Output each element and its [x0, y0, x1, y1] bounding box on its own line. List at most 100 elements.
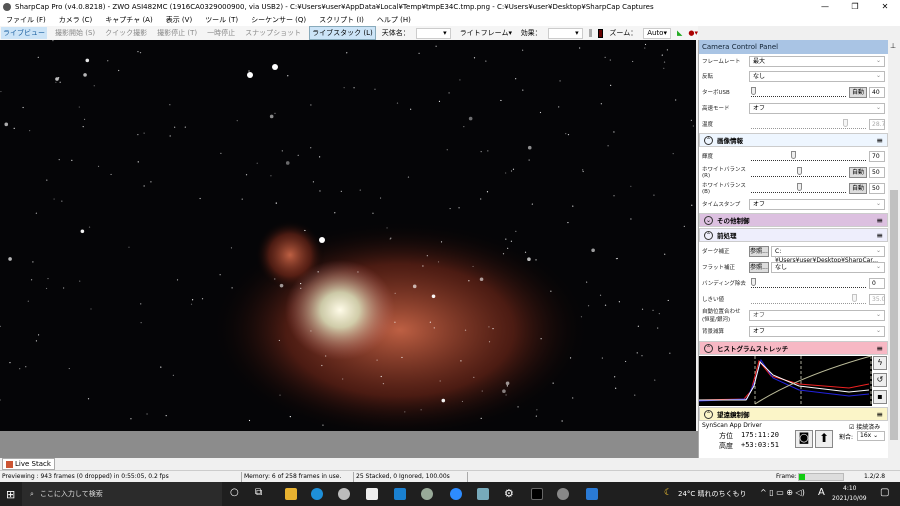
- magnifier-icon[interactable]: ●▾: [688, 29, 698, 37]
- effect-select[interactable]: ▾: [547, 27, 583, 39]
- start-capture-button[interactable]: 撮影開始 (S): [53, 27, 97, 39]
- settings-icon[interactable]: ⚙: [504, 487, 514, 500]
- maximize-button[interactable]: ❐: [840, 0, 870, 13]
- sharpcap-icon[interactable]: [557, 488, 569, 500]
- rate-select[interactable]: 16x ⌄: [857, 431, 885, 441]
- slider-knob[interactable]: [796, 167, 802, 175]
- collapse-icon[interactable]: ⌃: [704, 409, 713, 419]
- menu-icon[interactable]: ≡: [876, 231, 883, 240]
- frame-type-select[interactable]: ライトフレーム ▾: [456, 27, 515, 39]
- section-preprocessing[interactable]: ⌃ 前処理 ≡: [699, 228, 888, 242]
- timestamp-select[interactable]: オフ: [749, 198, 885, 210]
- file-explorer-icon[interactable]: [285, 488, 297, 500]
- mail-icon[interactable]: [394, 488, 406, 500]
- app-icon[interactable]: [477, 488, 489, 500]
- spiral-search-icon[interactable]: ◙: [795, 430, 813, 448]
- high-speed-select[interactable]: オフ: [749, 102, 885, 114]
- windows-start-icon[interactable]: ⊞: [6, 488, 15, 501]
- menu-scripting[interactable]: スクリプト (I): [319, 15, 364, 25]
- wb-blue-value[interactable]: 50: [869, 182, 885, 194]
- scrollbar-thumb[interactable]: [890, 190, 898, 440]
- zoom-select[interactable]: Auto ▾: [643, 27, 671, 39]
- live-stack-button[interactable]: ライブスタック (L): [309, 26, 376, 40]
- wb-blue-auto-button[interactable]: 自動: [849, 182, 867, 194]
- reset-icon[interactable]: ↺: [873, 373, 887, 387]
- flat-select[interactable]: なし: [771, 261, 885, 273]
- save-icon[interactable]: ▪: [873, 390, 887, 404]
- app-icon[interactable]: [421, 488, 433, 500]
- menu-help[interactable]: ヘルプ (H): [377, 15, 411, 25]
- pause-button[interactable]: 一時停止: [205, 27, 237, 39]
- live-stack-image[interactable]: [0, 40, 696, 431]
- weather-text[interactable]: 24°C 晴れのちくもり: [678, 489, 747, 499]
- turbo-usb-slider[interactable]: [751, 87, 846, 97]
- photos-icon[interactable]: [586, 488, 598, 500]
- menu-sequencer[interactable]: シーケンサー (Q): [251, 15, 306, 25]
- minimize-button[interactable]: —: [810, 0, 840, 13]
- section-histogram[interactable]: ⌃ ヒストグラムストレッチ ≡: [699, 341, 888, 355]
- clock-date[interactable]: 2021/10/09: [832, 495, 867, 502]
- collapse-icon[interactable]: ⌃: [704, 230, 713, 240]
- clock-time[interactable]: 4:10: [843, 485, 856, 492]
- connected-checkbox[interactable]: ☑ 接続済み: [849, 422, 880, 431]
- wb-blue-slider[interactable]: [751, 183, 846, 193]
- app-icon[interactable]: [531, 488, 543, 500]
- dark-select[interactable]: C:¥Users¥user¥Desktop¥SharpCar...: [771, 245, 885, 264]
- taskbar-search[interactable]: ⌕ ここに入力して検索: [22, 482, 222, 506]
- tab-live-stack[interactable]: Live Stack: [2, 458, 55, 470]
- brightness-slider[interactable]: [751, 151, 866, 161]
- slider-knob[interactable]: [751, 278, 756, 286]
- wb-red-value[interactable]: 50: [869, 166, 885, 178]
- menu-tools[interactable]: ツール (T): [205, 15, 238, 25]
- brightness-value[interactable]: 70: [869, 150, 885, 162]
- panel-scrollbar[interactable]: ⊥: [888, 40, 900, 458]
- banding-slider[interactable]: [751, 278, 866, 288]
- menu-icon[interactable]: ≡: [876, 136, 883, 145]
- section-other-controls[interactable]: ⌄ その他制御 ≡: [699, 213, 888, 227]
- menu-view[interactable]: 表示 (V): [166, 15, 192, 25]
- histogram-icon[interactable]: ◣: [677, 29, 682, 37]
- slider-knob[interactable]: [751, 87, 756, 95]
- tray-icons[interactable]: ^ ▯ ▭ ⊕ ◁): [760, 488, 805, 497]
- auto-stretch-icon[interactable]: ϟ: [873, 356, 887, 370]
- target-name-combo[interactable]: ▾: [415, 27, 451, 39]
- wb-red-auto-button[interactable]: 自動: [849, 166, 867, 178]
- menu-camera[interactable]: カメラ (C): [59, 15, 93, 25]
- close-button[interactable]: ✕: [870, 0, 900, 13]
- menu-icon[interactable]: ≡: [876, 344, 883, 353]
- task-view-icon[interactable]: ⧉: [255, 487, 262, 498]
- section-image-info[interactable]: ⌃ 画像情報 ≡: [699, 133, 888, 147]
- auto-align-select[interactable]: オフ: [749, 309, 885, 321]
- frame-rate-select[interactable]: 最大: [749, 55, 885, 67]
- turbo-usb-auto-button[interactable]: 自動: [849, 86, 867, 98]
- snapshot-button[interactable]: スナップショット: [243, 27, 303, 39]
- notification-icon[interactable]: ▢: [880, 487, 889, 498]
- banding-value[interactable]: 0: [869, 277, 885, 289]
- edge-icon[interactable]: [311, 488, 323, 500]
- turbo-usb-value[interactable]: 40: [869, 86, 885, 98]
- reticle-color-icon[interactable]: [598, 28, 604, 38]
- store-icon[interactable]: [366, 488, 378, 500]
- bg-subtract-select[interactable]: オフ: [749, 325, 885, 337]
- cortana-icon[interactable]: ○: [230, 487, 239, 498]
- flip-select[interactable]: なし: [749, 70, 885, 82]
- move-north-arrow-icon[interactable]: ⬆: [815, 430, 833, 448]
- collapse-icon[interactable]: ⌃: [704, 343, 713, 353]
- slider-knob[interactable]: [796, 183, 802, 191]
- dark-browse-button[interactable]: 参照...: [749, 245, 769, 257]
- stop-capture-button[interactable]: 撮影停止 (T): [155, 27, 199, 39]
- live-view-button[interactable]: ライブビュー: [1, 27, 47, 39]
- menu-file[interactable]: ファイル (F): [6, 15, 46, 25]
- section-telescope[interactable]: ⌃ 望遠鏡制御 ≡: [699, 407, 888, 421]
- wb-red-slider[interactable]: [751, 167, 846, 177]
- menu-icon[interactable]: ≡: [876, 410, 883, 419]
- slider-knob[interactable]: [791, 151, 797, 159]
- collapse-icon[interactable]: ⌃: [704, 135, 713, 145]
- histogram-chart[interactable]: [699, 355, 872, 406]
- app-icon[interactable]: [338, 488, 350, 500]
- grid-overlay-icon[interactable]: [588, 29, 593, 37]
- zoom-app-icon[interactable]: [450, 488, 462, 500]
- flat-browse-button[interactable]: 参照...: [749, 261, 769, 273]
- pin-icon[interactable]: ⊥: [890, 42, 896, 50]
- menu-icon[interactable]: ≡: [876, 216, 883, 225]
